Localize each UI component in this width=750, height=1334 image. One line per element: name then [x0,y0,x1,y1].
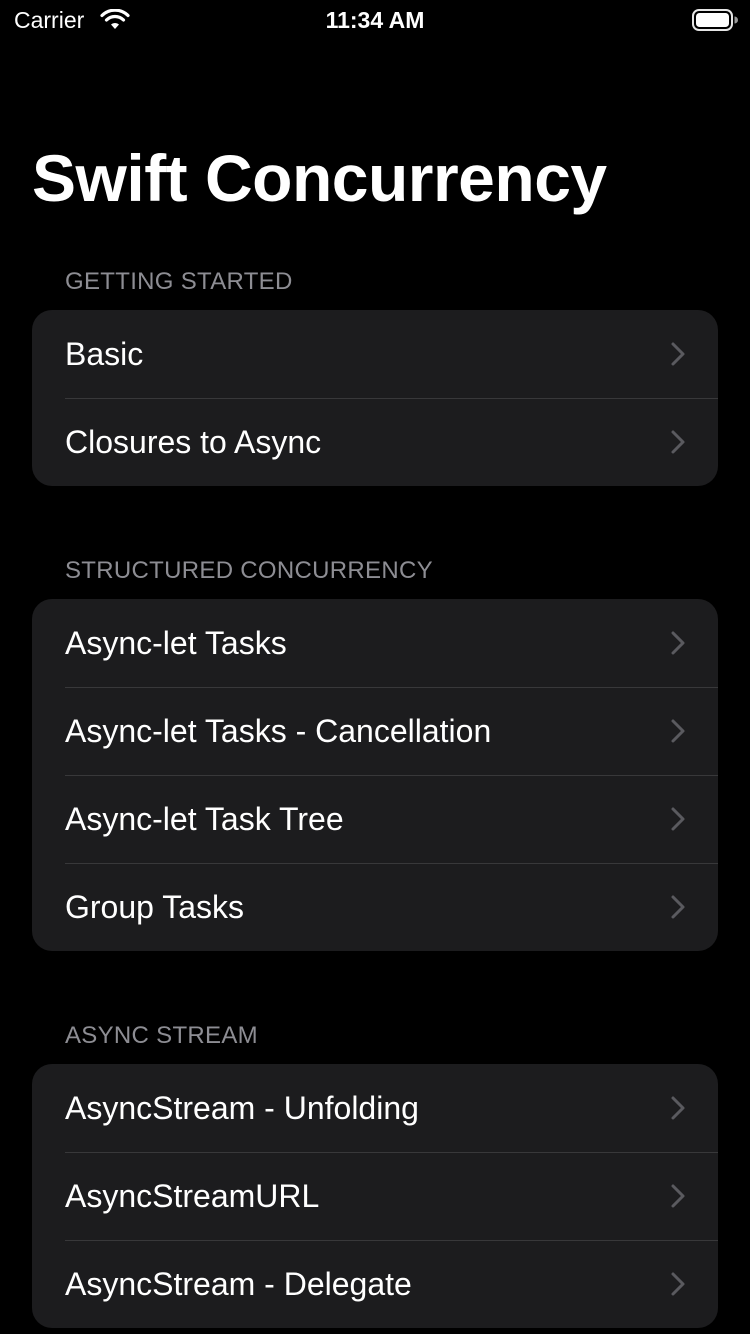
chevron-right-icon [671,719,685,743]
list-item-label: Group Tasks [65,888,245,925]
page-title: Swift Concurrency [32,141,607,215]
chevron-right-icon [671,430,685,454]
list-item-label: Basic [65,335,144,372]
list-group-async-stream: AsyncStream - Unfolding AsyncStreamURL A… [32,1064,718,1328]
chevron-right-icon [671,342,685,366]
list-item-asyncstream-delegate[interactable]: AsyncStream - Delegate [32,1240,718,1328]
list-item-async-let-task-tree[interactable]: Async-let Task Tree [32,775,718,863]
clock-label: 11:34 AM [325,7,425,33]
list-item-label: Async-let Tasks [65,624,287,661]
list-group-structured-concurrency: Async-let Tasks Async-let Tasks - Cancel… [32,599,718,951]
list-group-getting-started: Basic Closures to Async [32,310,718,486]
chevron-right-icon [671,631,685,655]
chevron-right-icon [671,1184,685,1208]
list-item-label: Async-let Task Tree [65,800,344,837]
list-item-closures-to-async[interactable]: Closures to Async [32,398,718,486]
section-header-async-stream: ASYNC STREAM [65,1022,258,1049]
list-item-group-tasks[interactable]: Group Tasks [32,863,718,951]
chevron-right-icon [671,895,685,919]
list-item-async-let-tasks-cancellation[interactable]: Async-let Tasks - Cancellation [32,687,718,775]
list-item-label: AsyncStream - Delegate [65,1265,412,1302]
list-item-label: AsyncStreamURL [65,1177,320,1214]
list-item-label: AsyncStream - Unfolding [65,1089,419,1126]
battery-icon [692,9,738,31]
chevron-right-icon [671,1096,685,1120]
chevron-right-icon [671,807,685,831]
list-item-async-let-tasks[interactable]: Async-let Tasks [32,599,718,687]
screen: Carrier 11:34 AM Swift Concurrency GETTI… [0,0,750,1334]
list-item-asyncstream-unfolding[interactable]: AsyncStream - Unfolding [32,1064,718,1152]
list-item-asyncstreamurl[interactable]: AsyncStreamURL [32,1152,718,1240]
list-item-basic[interactable]: Basic [32,310,718,398]
section-header-structured-concurrency: STRUCTURED CONCURRENCY [65,557,433,584]
list-item-label: Closures to Async [65,423,322,460]
chevron-right-icon [671,1272,685,1296]
list-item-label: Async-let Tasks - Cancellation [65,712,492,749]
status-bar: Carrier 11:34 AM [0,0,750,40]
section-header-getting-started: GETTING STARTED [65,268,293,295]
